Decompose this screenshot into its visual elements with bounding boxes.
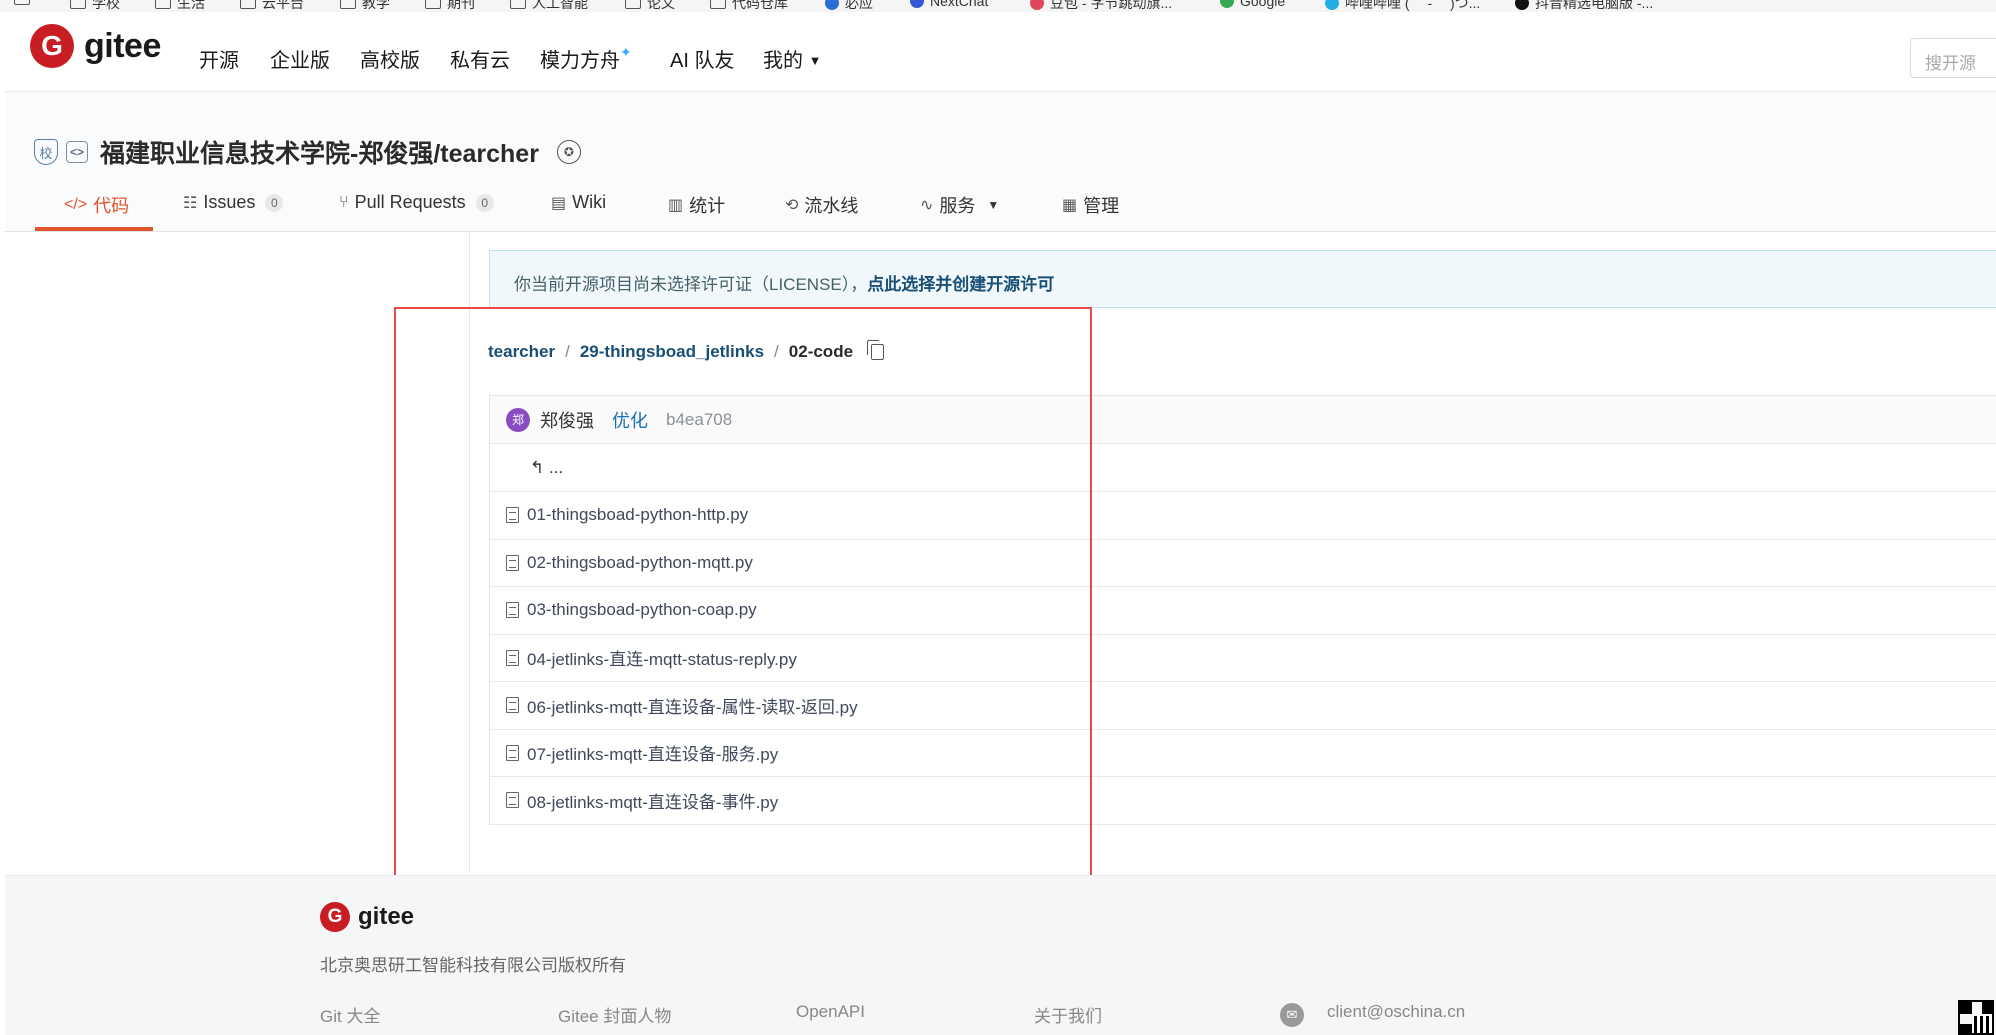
tab-pull-requests[interactable]: ⑂ Pull Requests 0 bbox=[339, 192, 494, 213]
bookmark-item[interactable]: 生活 bbox=[155, 0, 205, 12]
tab-pull-requests-label: Pull Requests bbox=[354, 192, 466, 212]
qr-code-icon bbox=[1958, 1000, 1994, 1035]
footer-link-git-guide[interactable]: Git 大全 bbox=[320, 1002, 380, 1027]
google-icon bbox=[1220, 0, 1234, 8]
code-repo-icon: <> bbox=[66, 141, 88, 163]
douyin-icon bbox=[1515, 0, 1529, 10]
folder-icon bbox=[155, 0, 171, 9]
gitee-logo[interactable]: G gitee bbox=[30, 24, 161, 68]
bookmark-item[interactable]: 人工智能 bbox=[510, 0, 588, 12]
tab-services[interactable]: ∿ 服务 ▼ bbox=[920, 192, 999, 218]
page-footer bbox=[5, 875, 1996, 1035]
pull-request-icon: ⑂ bbox=[339, 193, 349, 211]
bookmark-item[interactable]: 教学 bbox=[340, 0, 390, 12]
footer-link-openapi[interactable]: OpenAPI bbox=[796, 1002, 865, 1022]
bookmark-item[interactable]: 论文 bbox=[625, 0, 675, 12]
nav-enterprise[interactable]: 企业版 bbox=[270, 44, 330, 73]
pull-requests-count-badge: 0 bbox=[475, 193, 494, 212]
footer-link-about-us[interactable]: 关于我们 bbox=[1034, 1002, 1102, 1027]
services-icon: ∿ bbox=[920, 197, 934, 214]
mail-icon: ✉ bbox=[1280, 1003, 1304, 1027]
tab-wiki[interactable]: ▤ Wiki bbox=[551, 192, 606, 213]
tab-overview-icon[interactable] bbox=[14, 0, 30, 5]
nav-ai-teammate[interactable]: AI 队友 bbox=[670, 44, 734, 73]
search-input[interactable]: 搜开源 bbox=[1910, 38, 1996, 78]
license-notice-text: 你当前开源项目尚未选择许可证（LICENSE）， bbox=[514, 275, 868, 294]
footer-email[interactable]: client@oschina.cn bbox=[1327, 1002, 1465, 1022]
bookmark-item[interactable]: NextChat bbox=[910, 0, 988, 9]
gitee-logo-icon: G bbox=[30, 24, 74, 68]
folder-icon bbox=[240, 0, 256, 9]
bookmark-item[interactable]: 抖音精选电脑版 -... bbox=[1515, 0, 1653, 12]
pipeline-icon: ⟲ bbox=[785, 197, 799, 214]
nav-moark[interactable]: 模力方舟✦ bbox=[540, 44, 632, 73]
folder-icon bbox=[70, 0, 86, 9]
bookmark-item[interactable]: 必应 bbox=[825, 0, 873, 12]
folder-icon bbox=[510, 0, 526, 9]
tab-services-label: 服务 bbox=[939, 196, 976, 216]
bookmark-item[interactable]: 学校 bbox=[70, 0, 120, 12]
tab-statistics-label: 统计 bbox=[689, 196, 726, 216]
gitee-logo-icon: G bbox=[320, 902, 350, 932]
folder-icon bbox=[340, 0, 356, 9]
bookmarks-bar: 学校 生活 云平台 教学 期刊 人工智能 论文 代码仓库 必应 NextChat… bbox=[0, 0, 1996, 12]
repo-name[interactable]: 福建职业信息技术学院-郑俊强/tearcher bbox=[100, 134, 539, 170]
gitee-logo-text: gitee bbox=[84, 26, 161, 65]
tab-manage-label: 管理 bbox=[1083, 196, 1120, 216]
code-icon: </> bbox=[64, 196, 88, 213]
bookmark-item[interactable]: 期刊 bbox=[425, 0, 475, 12]
tab-issues-label: Issues bbox=[203, 192, 256, 212]
bing-icon bbox=[825, 0, 839, 10]
repo-title: 校 <> 福建职业信息技术学院-郑俊强/tearcher ✪ bbox=[34, 134, 581, 170]
caret-down-icon: ▼ bbox=[808, 53, 822, 68]
school-badge-icon: 校 bbox=[34, 139, 58, 165]
bookmark-item[interactable]: 哔哩哔哩 ( ゜- ゜)つ... bbox=[1325, 0, 1480, 12]
nav-mine[interactable]: 我的 ▼ bbox=[763, 44, 821, 73]
recommended-badge-icon: ✪ bbox=[556, 140, 581, 164]
active-tab-indicator bbox=[35, 227, 153, 231]
caret-down-icon: ▼ bbox=[987, 198, 1000, 212]
nav-mine-label: 我的 bbox=[763, 50, 803, 72]
manage-icon: ▦ bbox=[1062, 197, 1078, 214]
issues-icon: ☷ bbox=[183, 194, 198, 212]
footer-link-cover-people[interactable]: Gitee 封面人物 bbox=[558, 1002, 671, 1027]
sparkle-icon: ✦ bbox=[620, 44, 632, 60]
tab-issues[interactable]: ☷ Issues 0 bbox=[183, 192, 284, 213]
issues-count-badge: 0 bbox=[265, 193, 284, 212]
folder-icon bbox=[710, 0, 726, 9]
tab-pipeline-label: 流水线 bbox=[804, 196, 859, 216]
bilibili-icon bbox=[1325, 0, 1339, 10]
tab-code-label: 代码 bbox=[93, 196, 130, 216]
tab-pipeline[interactable]: ⟲ 流水线 bbox=[785, 192, 858, 218]
nav-education[interactable]: 高校版 bbox=[360, 44, 420, 73]
tab-statistics[interactable]: ▥ 统计 bbox=[668, 192, 725, 218]
folder-icon bbox=[625, 0, 641, 9]
bookmark-item[interactable]: 云平台 bbox=[240, 0, 304, 12]
wiki-icon: ▤ bbox=[551, 194, 567, 212]
bookmark-item[interactable]: Google bbox=[1220, 0, 1285, 9]
highlight-annotation-box bbox=[394, 307, 1092, 887]
tab-code[interactable]: </> 代码 bbox=[64, 192, 129, 218]
statistics-icon: ▥ bbox=[668, 197, 684, 214]
nav-moark-label: 模力方舟 bbox=[540, 50, 620, 72]
nav-private-cloud[interactable]: 私有云 bbox=[450, 44, 510, 73]
footer-logo[interactable]: G gitee bbox=[320, 902, 414, 932]
tab-wiki-label: Wiki bbox=[572, 192, 607, 212]
footer-logo-text: gitee bbox=[358, 903, 415, 930]
nextchat-icon bbox=[910, 0, 924, 8]
nav-open-source[interactable]: 开源 bbox=[199, 44, 239, 73]
create-license-link[interactable]: 点此选择并创建开源许可 bbox=[867, 275, 1054, 294]
doubao-icon bbox=[1030, 0, 1044, 10]
bookmark-item[interactable]: 豆包 - 字节跳动旗... bbox=[1030, 0, 1172, 12]
tab-manage[interactable]: ▦ 管理 bbox=[1062, 192, 1119, 218]
folder-icon bbox=[425, 0, 441, 9]
license-notice: 你当前开源项目尚未选择许可证（LICENSE），点此选择并创建开源许可 bbox=[489, 250, 1996, 308]
footer-copyright: 北京奥思研工智能科技有限公司版权所有 bbox=[320, 956, 626, 975]
bookmark-item[interactable]: 代码仓库 bbox=[710, 0, 788, 12]
